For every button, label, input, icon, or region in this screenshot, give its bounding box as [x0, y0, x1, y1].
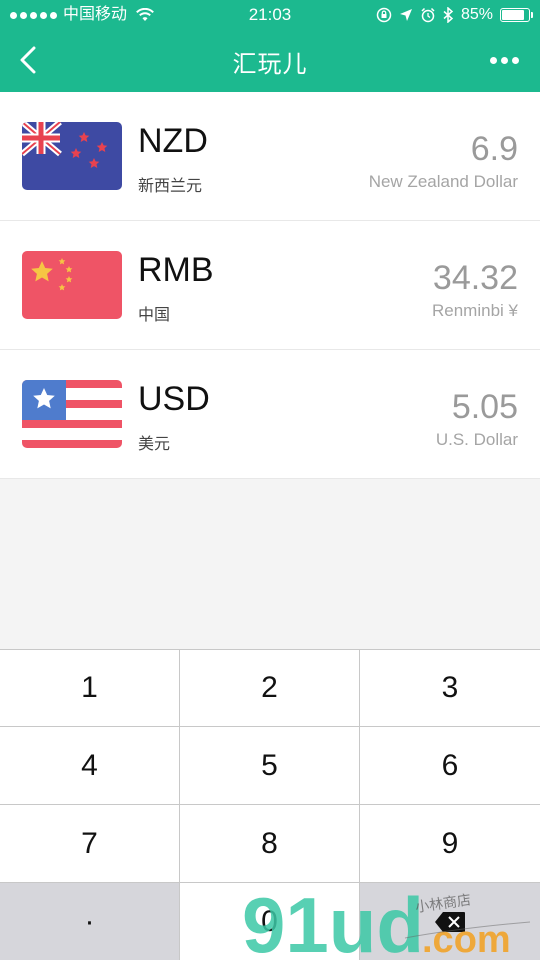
more-button[interactable]: [482, 38, 526, 82]
battery-percent: 85%: [460, 6, 493, 23]
key-7[interactable]: 7: [0, 805, 180, 883]
key-1[interactable]: 1: [0, 650, 180, 727]
location-icon: [399, 9, 412, 21]
currency-row-rmb[interactable]: RMB 中国 34.32 Renminbi ¥: [0, 221, 540, 350]
currency-english-name: Renminbi ¥: [432, 301, 518, 320]
currency-code: RMB: [138, 251, 214, 289]
currency-local-name: 中国: [138, 305, 171, 324]
china-flag-icon: [22, 251, 122, 319]
numeric-keypad: 1 2 3 4 5 6 7 8 9 · 0: [0, 649, 540, 960]
currency-local-name: 美元: [138, 434, 171, 453]
key-0[interactable]: 0: [180, 883, 360, 960]
currency-amount: 5.05: [451, 388, 518, 426]
nz-flag-icon: [22, 122, 122, 190]
currency-row-usd[interactable]: USD 美元 5.05 U.S. Dollar: [0, 350, 540, 479]
key-2[interactable]: 2: [180, 650, 360, 727]
currency-code: USD: [138, 380, 210, 418]
us-flag-icon: [22, 380, 122, 448]
more-dot-icon: [500, 56, 508, 64]
more-dot-icon: [489, 56, 497, 64]
currency-amount: 6.9: [470, 130, 518, 168]
status-bar: 中国移动 21:03 85%: [0, 0, 540, 30]
currency-amount: 34.32: [432, 259, 518, 297]
page-title: 汇玩儿: [232, 51, 308, 78]
decimal-point-key[interactable]: ·: [0, 883, 180, 960]
backspace-key[interactable]: [360, 883, 540, 960]
key-8[interactable]: 8: [180, 805, 360, 883]
more-dot-icon: [511, 56, 519, 64]
battery-icon: [500, 8, 533, 22]
currency-row-nzd[interactable]: NZD 新西兰元 6.9 New Zealand Dollar: [0, 92, 540, 221]
nav-bar: 汇玩儿: [0, 30, 540, 92]
currency-list: NZD 新西兰元 6.9 New Zealand Dollar RMB 中国 3…: [0, 92, 540, 479]
key-5[interactable]: 5: [180, 727, 360, 805]
currency-english-name: New Zealand Dollar: [368, 172, 518, 191]
alarm-icon: [421, 7, 435, 23]
currency-code: NZD: [138, 122, 208, 160]
currency-english-name: U.S. Dollar: [435, 430, 518, 449]
rotation-lock-icon: [376, 7, 392, 23]
battery-level: [502, 10, 524, 20]
key-4[interactable]: 4: [0, 727, 180, 805]
top-bar: 中国移动 21:03 85% 汇玩儿: [0, 0, 540, 92]
currency-local-name: 新西兰元: [138, 176, 203, 195]
bluetooth-icon: [443, 7, 454, 23]
status-right: 85%: [376, 0, 533, 30]
backspace-icon: [435, 911, 465, 932]
key-6[interactable]: 6: [360, 727, 540, 805]
key-9[interactable]: 9: [360, 805, 540, 883]
key-3[interactable]: 3: [360, 650, 540, 727]
